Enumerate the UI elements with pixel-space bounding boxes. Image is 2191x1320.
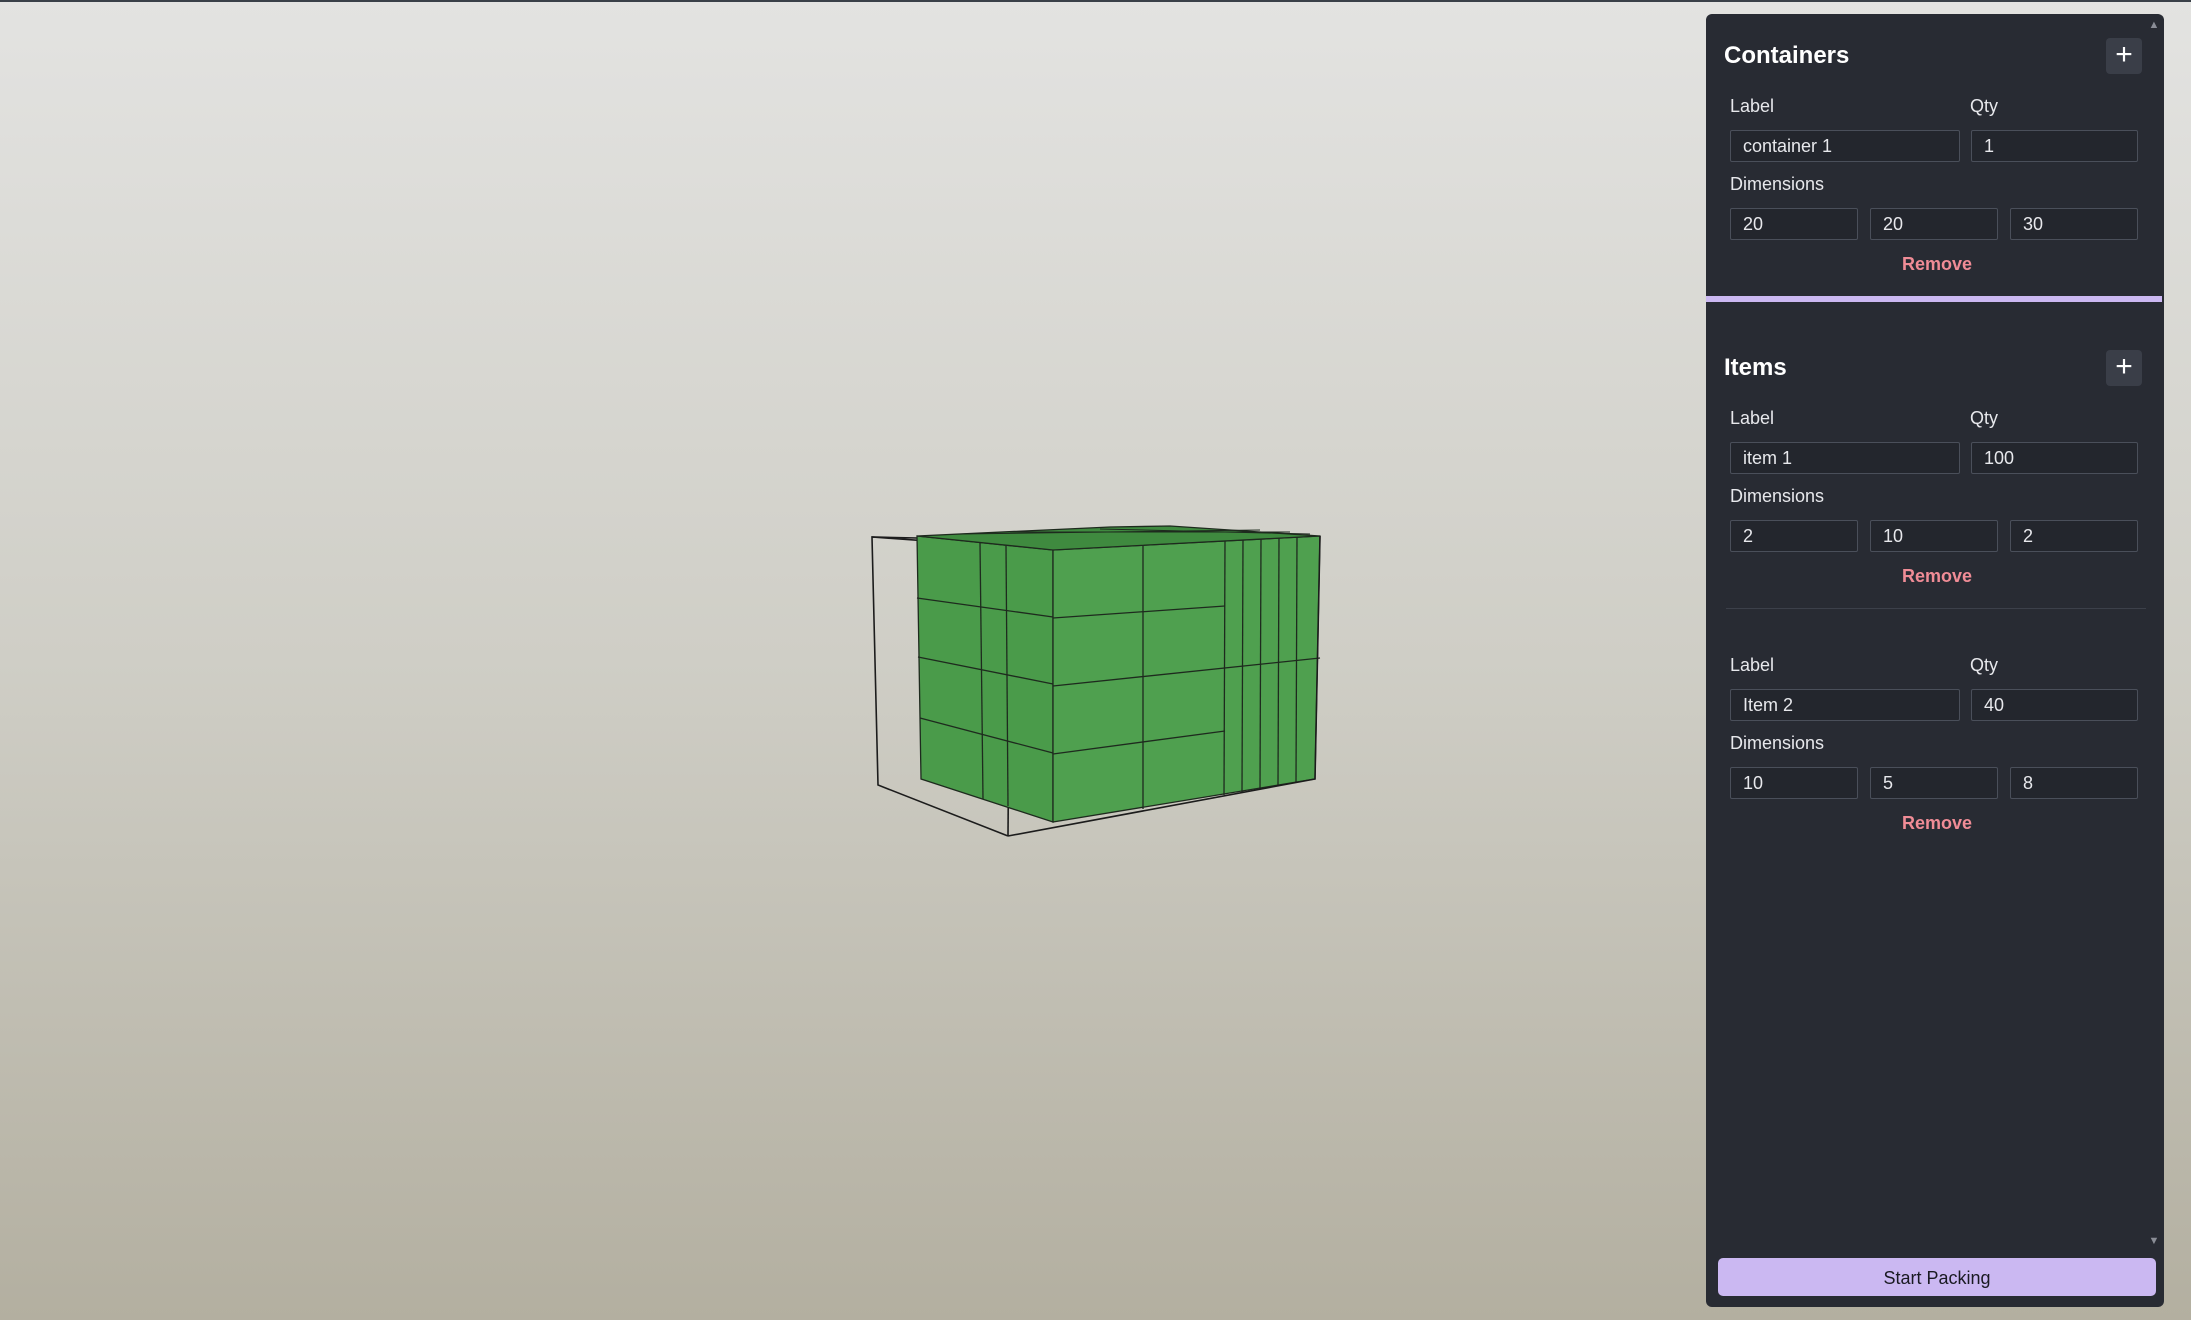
container-dimension-y-input[interactable]	[1870, 208, 1998, 240]
items-title: Items	[1724, 354, 1787, 381]
add-item-button[interactable]: +	[2106, 350, 2142, 386]
panel-scroll-area[interactable]: Containers + Label Qty Dimensions Remove…	[1706, 14, 2162, 1250]
remove-container-button[interactable]: Remove	[1902, 254, 1972, 275]
scroll-up-arrow-icon[interactable]: ▲	[2144, 16, 2164, 34]
packed-block-left-face	[916, 535, 1054, 823]
item-dimension-y-input[interactable]	[1870, 767, 1998, 799]
item-divider	[1726, 608, 2146, 609]
item-dimensions-heading: Dimensions	[1730, 486, 1825, 506]
item-qty-input[interactable]	[1971, 442, 2138, 474]
item-label-input[interactable]	[1730, 689, 1960, 721]
item-label-input[interactable]	[1730, 442, 1960, 474]
container-qty-heading: Qty	[1970, 96, 1999, 116]
scroll-down-arrow-icon[interactable]: ▼	[2144, 1232, 2164, 1250]
item-dimension-y-input[interactable]	[1870, 520, 1998, 552]
panel-scrollbar[interactable]: ▲ ▼	[2144, 14, 2164, 1250]
item-label-heading: Label	[1730, 408, 1775, 428]
container-qty-input[interactable]	[1971, 130, 2138, 162]
configuration-panel: Containers + Label Qty Dimensions Remove…	[1706, 14, 2164, 1307]
item-dimension-z-input[interactable]	[2010, 520, 2138, 552]
item-label-heading: Label	[1730, 655, 1775, 675]
item-qty-input[interactable]	[1971, 689, 2138, 721]
container-label-heading: Label	[1730, 96, 1775, 116]
start-packing-button[interactable]: Start Packing	[1718, 1258, 2156, 1296]
containers-title: Containers	[1724, 42, 1850, 69]
remove-item-button[interactable]: Remove	[1902, 566, 1972, 587]
plus-icon: +	[2115, 38, 2133, 71]
container-dimensions-heading: Dimensions	[1730, 174, 1825, 194]
packed-items	[916, 525, 1321, 823]
item-dimensions-heading: Dimensions	[1730, 733, 1825, 753]
plus-icon: +	[2115, 350, 2133, 383]
section-divider	[1706, 296, 2162, 302]
packing-scene	[871, 525, 1321, 837]
item-qty-heading: Qty	[1970, 655, 1999, 675]
item-dimension-x-input[interactable]	[1730, 520, 1858, 552]
remove-item-button[interactable]: Remove	[1902, 813, 1972, 834]
container-label-input[interactable]	[1730, 130, 1960, 162]
item-dimension-x-input[interactable]	[1730, 767, 1858, 799]
item-qty-heading: Qty	[1970, 408, 1999, 428]
container-dimension-z-input[interactable]	[2010, 208, 2138, 240]
add-container-button[interactable]: +	[2106, 38, 2142, 74]
container-dimension-x-input[interactable]	[1730, 208, 1858, 240]
item-dimension-z-input[interactable]	[2010, 767, 2138, 799]
3d-viewport[interactable]	[0, 0, 1705, 1320]
packed-block-front-face	[1052, 535, 1321, 823]
